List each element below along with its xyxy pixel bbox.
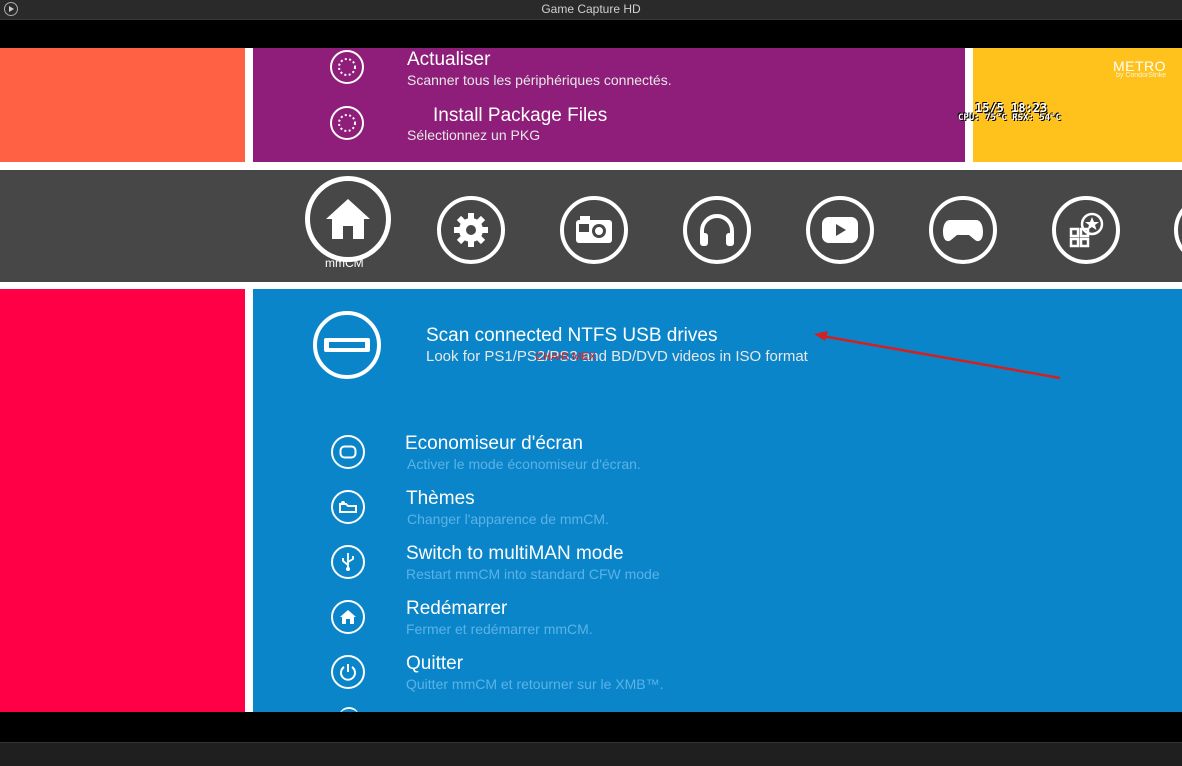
dock-selected-label: mmCM xyxy=(325,256,364,270)
apps-icon[interactable] xyxy=(1052,196,1120,264)
menu-item-restart[interactable]: Redémarrer xyxy=(406,598,507,620)
purple-tile: Actualiser Scanner tous les périphérique… xyxy=(253,48,965,162)
orange-tile xyxy=(0,48,245,162)
camera-icon[interactable] xyxy=(560,196,628,264)
youtube-icon[interactable] xyxy=(806,196,874,264)
package-icon xyxy=(330,106,364,140)
menu-item-install-pkg[interactable]: Install Package Files xyxy=(433,105,607,127)
menu-item-scan-ntfs[interactable]: Scan connected NTFS USB drives xyxy=(426,325,717,347)
menu-item-scan-ntfs-desc: Look for PS1/PS2/PS3 and BD/DVD videos i… xyxy=(426,348,808,365)
menu-item-multiman-desc: Restart mmCM into standard CFW mode xyxy=(406,566,660,582)
overlay-text: CHAIR MEX xyxy=(535,351,597,363)
menu-item-install-pkg-desc: Sélectionnez un PKG xyxy=(407,127,541,143)
menu-item-screensaver-desc: Activer le mode économiseur d'écran. xyxy=(407,456,641,472)
next-icon[interactable] xyxy=(1174,196,1182,264)
status-bar xyxy=(0,742,1182,766)
gamepad-icon[interactable] xyxy=(929,196,997,264)
headphones-icon[interactable] xyxy=(683,196,751,264)
app-dock xyxy=(0,170,1182,282)
menu-item-actualiser-desc: Scanner tous les périphériques connectés… xyxy=(407,72,672,88)
screensaver-icon xyxy=(331,435,365,469)
menu-item-quit[interactable]: Quitter xyxy=(406,653,463,675)
temperature-readout: CPU: 75°C RSX: 54°C xyxy=(958,113,1061,123)
settings-icon[interactable] xyxy=(437,196,505,264)
window-title: Game Capture HD xyxy=(541,2,641,16)
capture-screen: Actualiser Scanner tous les périphérique… xyxy=(0,48,1182,712)
menu-item-themes-desc: Changer l'apparence de mmCM. xyxy=(407,511,609,527)
restart-home-icon xyxy=(331,600,365,634)
letterbox-bottom xyxy=(0,712,1182,742)
title-bar: Game Capture HD xyxy=(0,0,1182,20)
menu-item-actualiser[interactable]: Actualiser xyxy=(407,49,490,71)
menu-item-themes[interactable]: Thèmes xyxy=(406,488,475,510)
pink-tile xyxy=(0,289,245,712)
home-icon[interactable] xyxy=(305,176,391,262)
power-icon xyxy=(331,655,365,689)
usb-icon xyxy=(331,545,365,579)
menu-item-quit-desc: Quitter mmCM et retourner sur le XMB™. xyxy=(406,676,664,692)
menu-item-multiman[interactable]: Switch to multiMAN mode xyxy=(406,543,624,565)
annotation-arrow xyxy=(814,331,1061,380)
refresh-icon xyxy=(330,50,364,84)
themes-icon xyxy=(331,490,365,524)
menu-item-screensaver[interactable]: Economiseur d'écran xyxy=(405,433,583,455)
usb-drive-icon xyxy=(313,311,381,379)
menu-item-restart-desc: Fermer et redémarrer mmCM. xyxy=(406,621,593,637)
brand-byline: by CondorStrike xyxy=(1116,72,1167,79)
